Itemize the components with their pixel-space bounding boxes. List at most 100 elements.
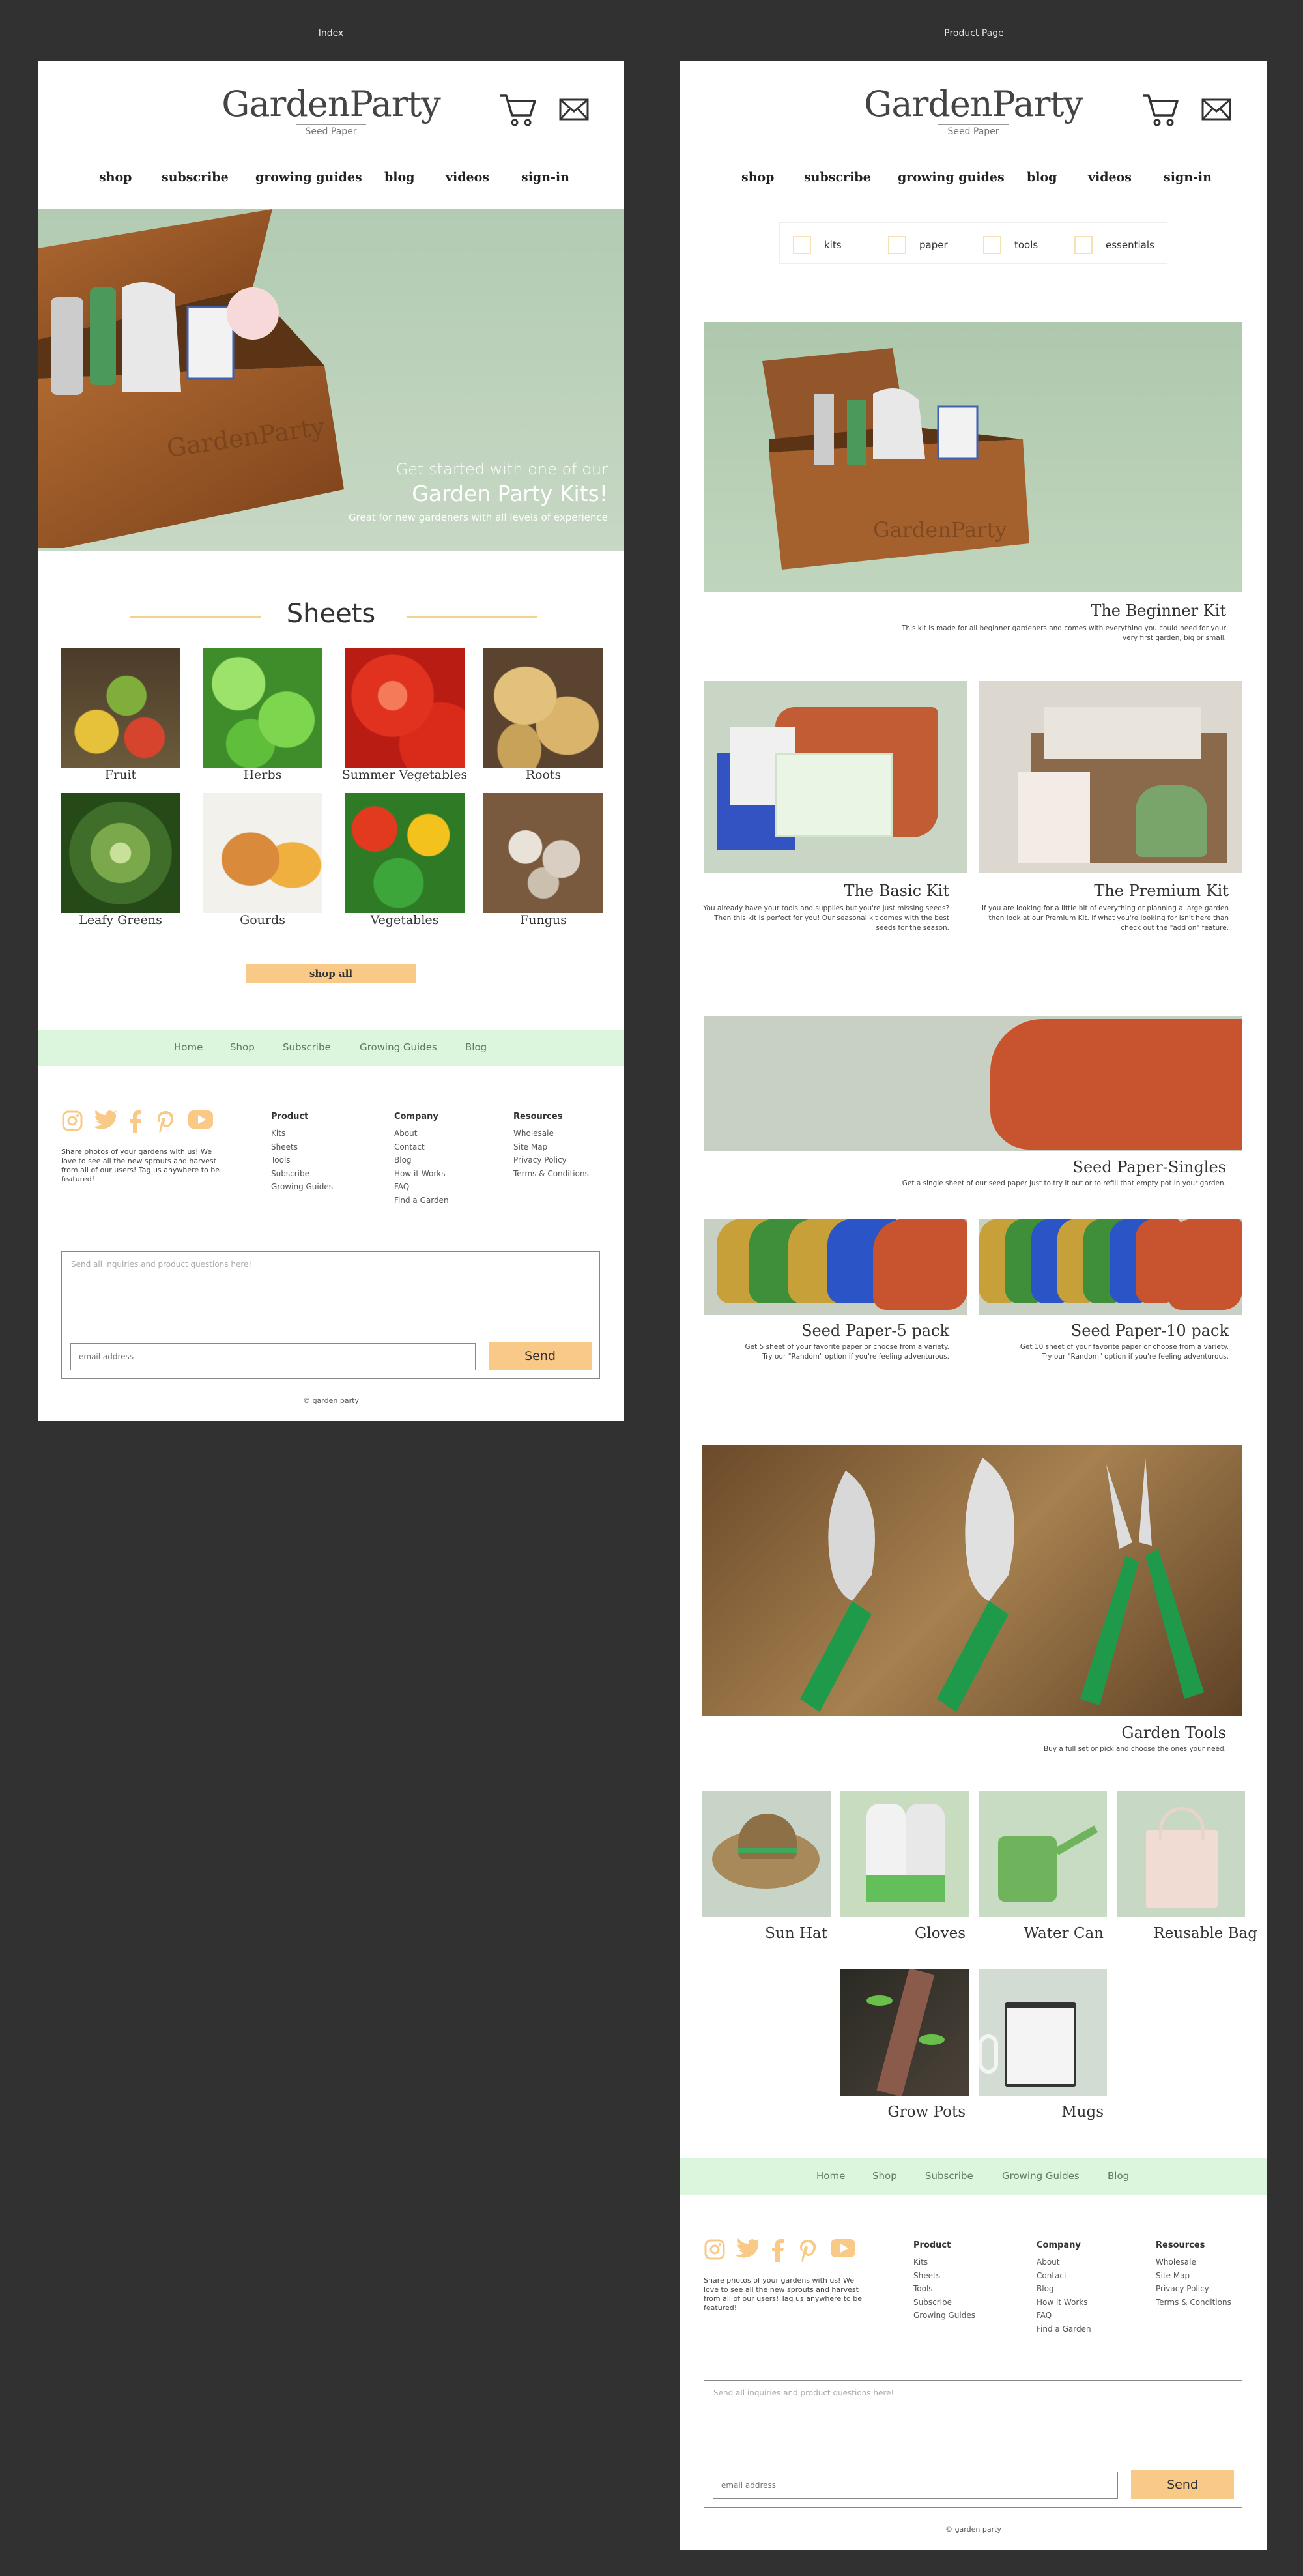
send-button[interactable]: Send <box>1131 2470 1234 2499</box>
accessory-label[interactable]: Mugs <box>979 2104 1104 2120</box>
seed-paper-10-pack-image[interactable] <box>979 1219 1242 1315</box>
footer-link[interactable]: About <box>394 1127 449 1140</box>
footer-nav-blog[interactable]: Blog <box>1108 2170 1129 2182</box>
sun-hat-image[interactable] <box>702 1791 831 1917</box>
product-title[interactable]: The Beginner Kit <box>1091 601 1226 620</box>
basic-kit-image[interactable] <box>704 681 967 873</box>
accessory-label[interactable]: Sun Hat <box>702 1925 827 1942</box>
footer-link[interactable]: Blog <box>1037 2282 1091 2296</box>
hero-banner[interactable]: GardenParty Get started with one of our … <box>38 209 624 551</box>
youtube-icon[interactable] <box>188 1110 214 1129</box>
footer-link[interactable]: Kits <box>913 2255 975 2269</box>
accessory-label[interactable]: Gloves <box>840 1925 966 1942</box>
pinterest-icon[interactable] <box>799 2238 817 2262</box>
email-field[interactable] <box>713 2472 1118 2499</box>
product-title[interactable]: Seed Paper-10 pack <box>1071 1322 1229 1340</box>
category-tile-herbs[interactable] <box>203 648 322 768</box>
nav-subscribe[interactable]: subscribe <box>162 170 229 184</box>
product-title[interactable]: Garden Tools <box>1121 1724 1226 1742</box>
message-field[interactable]: Send all inquiries and product questions… <box>713 2388 894 2397</box>
footer-link[interactable]: Terms & Conditions <box>513 1167 589 1181</box>
footer-nav-subscribe[interactable]: Subscribe <box>283 1041 331 1053</box>
mail-icon[interactable] <box>1201 98 1231 121</box>
instagram-icon[interactable] <box>61 1110 83 1132</box>
nav-videos[interactable]: videos <box>1088 170 1132 184</box>
footer-link[interactable]: Find a Garden <box>1037 2323 1091 2336</box>
product-title[interactable]: Seed Paper-5 pack <box>801 1322 949 1340</box>
footer-nav-shop[interactable]: Shop <box>230 1041 255 1053</box>
footer-nav-growing-guides[interactable]: Growing Guides <box>1002 2170 1080 2182</box>
mugs-image[interactable] <box>979 1969 1107 2096</box>
mail-icon[interactable] <box>559 98 589 121</box>
nav-videos[interactable]: videos <box>446 170 489 184</box>
seed-paper-5-pack-image[interactable] <box>704 1219 967 1315</box>
product-title[interactable]: The Premium Kit <box>1094 882 1229 900</box>
garden-tools-image[interactable] <box>702 1445 1242 1716</box>
facebook-icon[interactable] <box>771 2238 784 2262</box>
footer-link[interactable]: Wholesale <box>513 1127 589 1140</box>
footer-link[interactable]: Growing Guides <box>913 2309 975 2323</box>
seed-paper-singles-image[interactable] <box>704 1016 1242 1151</box>
accessory-label[interactable]: Reusable Bag <box>1117 1925 1257 1942</box>
accessory-label[interactable]: Grow Pots <box>840 2104 966 2120</box>
footer-link[interactable]: Tools <box>913 2282 975 2296</box>
category-tile-fruit[interactable] <box>61 648 180 768</box>
twitter-icon[interactable] <box>735 2238 761 2261</box>
category-tile-gourds[interactable] <box>203 793 322 913</box>
beginner-kit-image[interactable]: GardenParty <box>704 322 1242 592</box>
send-button[interactable]: Send <box>489 1342 592 1370</box>
cart-icon[interactable] <box>499 92 538 128</box>
filter-checkbox[interactable] <box>793 236 811 254</box>
footer-link[interactable]: Contact <box>394 1140 449 1154</box>
footer-link[interactable]: Site Map <box>1156 2269 1231 2283</box>
youtube-icon[interactable] <box>830 2238 856 2258</box>
filter-checkbox[interactable] <box>983 236 1001 254</box>
footer-link[interactable]: Kits <box>271 1127 333 1140</box>
footer-link[interactable]: Subscribe <box>271 1167 333 1181</box>
reusable-bag-image[interactable] <box>1117 1791 1245 1917</box>
accessory-label[interactable]: Water Can <box>979 1925 1104 1942</box>
footer-link[interactable]: FAQ <box>1037 2309 1091 2323</box>
footer-link[interactable]: Growing Guides <box>271 1180 333 1194</box>
footer-link[interactable]: Sheets <box>913 2269 975 2283</box>
footer-link[interactable]: Privacy Policy <box>1156 2282 1231 2296</box>
nav-blog[interactable]: blog <box>384 170 414 184</box>
footer-nav-shop[interactable]: Shop <box>872 2170 897 2182</box>
footer-link[interactable]: Wholesale <box>1156 2255 1231 2269</box>
nav-growing-guides[interactable]: growing guides <box>255 170 362 184</box>
nav-shop[interactable]: shop <box>99 170 132 184</box>
water-can-image[interactable] <box>979 1791 1107 1917</box>
premium-kit-image[interactable] <box>979 681 1242 873</box>
footer-link[interactable]: Blog <box>394 1153 449 1167</box>
facebook-icon[interactable] <box>129 1110 142 1133</box>
category-tile-fungus[interactable] <box>483 793 603 913</box>
footer-link[interactable]: Site Map <box>513 1140 589 1154</box>
grow-pots-image[interactable] <box>840 1969 969 2096</box>
footer-link[interactable]: About <box>1037 2255 1091 2269</box>
product-title[interactable]: Seed Paper-Singles <box>1073 1158 1227 1176</box>
footer-link[interactable]: Privacy Policy <box>513 1153 589 1167</box>
twitter-icon[interactable] <box>93 1110 119 1132</box>
footer-link[interactable]: Find a Garden <box>394 1194 449 1208</box>
nav-blog[interactable]: blog <box>1027 170 1057 184</box>
email-field[interactable] <box>70 1343 476 1370</box>
nav-subscribe[interactable]: subscribe <box>804 170 871 184</box>
category-tile-summer-vegetables[interactable] <box>345 648 465 768</box>
pinterest-icon[interactable] <box>156 1110 175 1133</box>
shop-all-button[interactable]: shop all <box>246 964 416 983</box>
footer-link[interactable]: Terms & Conditions <box>1156 2296 1231 2309</box>
footer-nav-home[interactable]: Home <box>816 2170 845 2182</box>
instagram-icon[interactable] <box>704 2238 726 2261</box>
footer-nav-home[interactable]: Home <box>174 1041 203 1053</box>
nav-shop[interactable]: shop <box>741 170 774 184</box>
nav-sign-in[interactable]: sign-in <box>1164 170 1212 184</box>
nav-sign-in[interactable]: sign-in <box>521 170 569 184</box>
product-title[interactable]: The Basic Kit <box>844 882 949 900</box>
footer-link[interactable]: How it Works <box>1037 2296 1091 2309</box>
footer-link[interactable]: FAQ <box>394 1180 449 1194</box>
filter-checkbox[interactable] <box>888 236 906 254</box>
footer-nav-subscribe[interactable]: Subscribe <box>925 2170 973 2182</box>
category-tile-vegetables[interactable] <box>345 793 465 913</box>
nav-growing-guides[interactable]: growing guides <box>898 170 1005 184</box>
message-field[interactable]: Send all inquiries and product questions… <box>71 1260 251 1269</box>
